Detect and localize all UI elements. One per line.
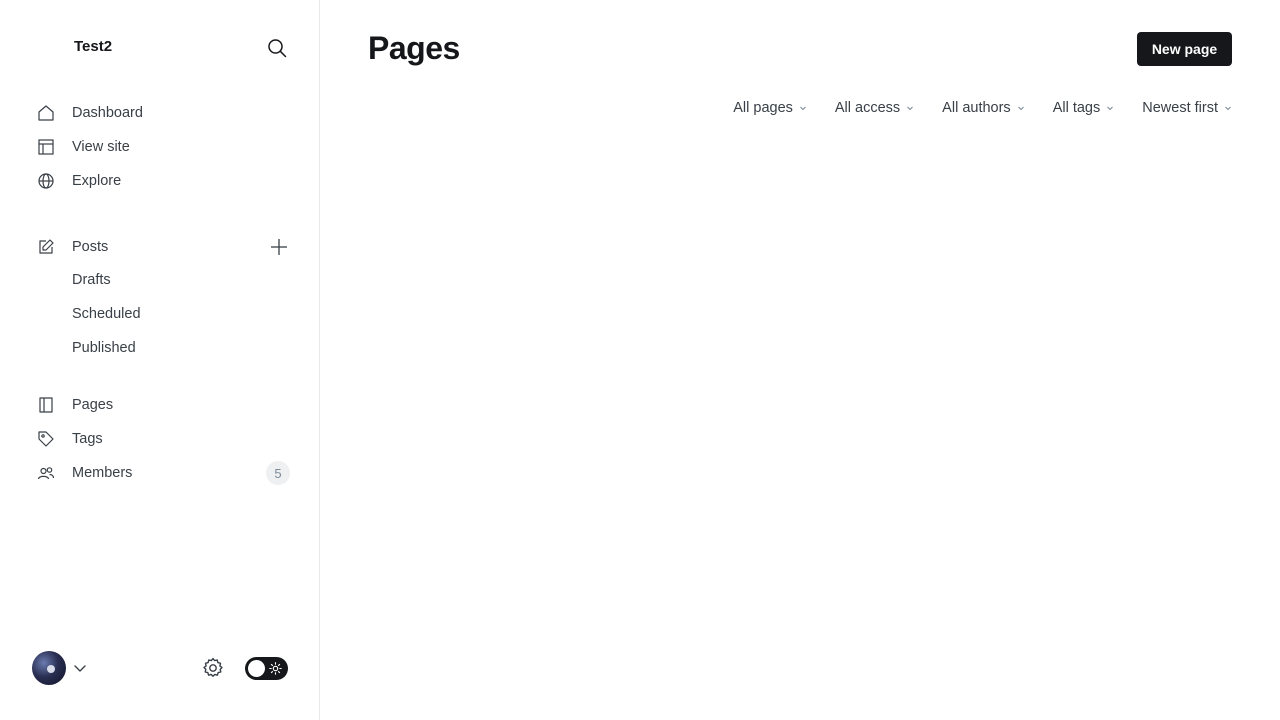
toggle-knob <box>248 660 265 677</box>
new-page-button[interactable]: New page <box>1137 32 1232 66</box>
filter-bar: All pages All access All authors All tag… <box>705 100 1232 116</box>
chevron-down-icon <box>800 106 806 111</box>
nav-tags-label: Tags <box>72 431 103 447</box>
nav-posts-label: Posts <box>72 239 109 255</box>
new-post-button[interactable] <box>268 236 290 258</box>
home-icon <box>36 103 56 123</box>
plus-icon <box>271 239 287 255</box>
avatar[interactable] <box>32 651 66 685</box>
filter-access-label: All access <box>834 100 901 116</box>
nav-members[interactable]: Members <box>36 460 256 486</box>
nav-dashboard[interactable]: Dashboard <box>36 100 292 126</box>
filter-sort[interactable]: Newest first <box>1142 100 1232 116</box>
filter-authors[interactable]: All authors <box>942 100 1025 116</box>
chevron-down-icon <box>907 106 914 111</box>
filter-sort-label: Newest first <box>1142 100 1218 116</box>
globe-icon <box>36 171 56 191</box>
layout-icon <box>36 137 56 157</box>
members-count-badge: 5 <box>266 461 290 485</box>
chevron-down-icon <box>1017 106 1024 111</box>
nav-pages[interactable]: Pages <box>36 392 292 418</box>
nav-view-site[interactable]: View site <box>36 134 292 160</box>
nav-tags[interactable]: Tags <box>36 426 292 452</box>
gear-icon[interactable] <box>201 656 225 680</box>
theme-toggle[interactable] <box>245 657 288 680</box>
filter-type-label: All pages <box>733 100 793 116</box>
nav-pages-label: Pages <box>72 397 114 413</box>
sun-icon <box>269 662 282 675</box>
nav-drafts[interactable]: Drafts <box>72 272 111 288</box>
search-button[interactable] <box>264 35 290 61</box>
site-title[interactable]: Test2 <box>74 38 112 55</box>
nav-explore-label: Explore <box>72 173 122 189</box>
nav-scheduled[interactable]: Scheduled <box>72 306 141 322</box>
page-title: Pages <box>368 30 460 66</box>
members-icon <box>36 463 56 483</box>
chevron-down-icon <box>1225 106 1231 111</box>
nav-published[interactable]: Published <box>72 340 136 356</box>
filter-type[interactable]: All pages <box>733 100 807 116</box>
filter-tags[interactable]: All tags <box>1053 100 1115 116</box>
tag-icon <box>36 429 56 449</box>
filter-tags-label: All tags <box>1052 100 1101 116</box>
nav-posts[interactable]: Posts <box>36 234 256 260</box>
nav-explore[interactable]: Explore <box>36 168 292 194</box>
app-root: Test2 Dashboard View site Explore Posts … <box>0 0 1280 720</box>
nav-view-site-label: View site <box>72 139 130 155</box>
filter-authors-label: All authors <box>942 100 1011 116</box>
edit-icon <box>36 237 56 257</box>
filter-access[interactable]: All access <box>835 100 914 116</box>
sidebar: Test2 Dashboard View site Explore Posts … <box>0 0 320 720</box>
nav-members-label: Members <box>72 465 133 481</box>
chevron-down-icon[interactable] <box>72 660 88 676</box>
search-icon <box>268 39 287 58</box>
chevron-down-icon <box>1107 106 1114 111</box>
main-content: Pages New page All pages All access All … <box>320 0 1280 720</box>
pages-icon <box>36 395 56 415</box>
nav-dashboard-label: Dashboard <box>72 105 143 121</box>
